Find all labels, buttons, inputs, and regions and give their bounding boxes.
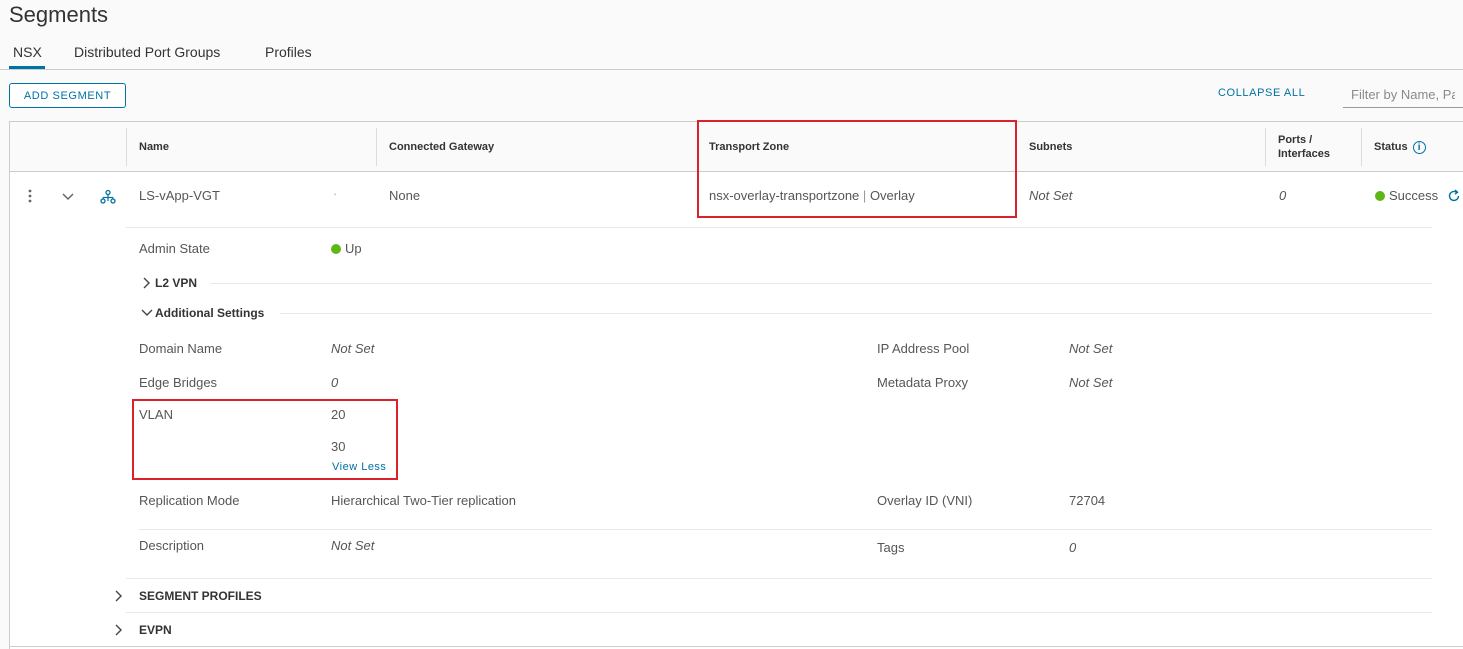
filter-input[interactable] (1343, 82, 1463, 108)
description-value: Not Set (331, 538, 375, 553)
column-header-ports-line1[interactable]: Ports / (1278, 134, 1312, 146)
additional-settings-toggle[interactable]: Additional Settings (155, 306, 264, 320)
edge-bridges-value: 0 (331, 375, 339, 390)
admin-state-value: Up (331, 241, 362, 256)
admin-state-up-dot (331, 244, 341, 254)
tabs-divider (0, 69, 1463, 70)
admin-state-text: Up (345, 241, 362, 256)
l2-vpn-toggle[interactable]: L2 VPN (155, 276, 197, 290)
tags-value: 0 (1069, 540, 1077, 555)
column-separator (1361, 128, 1362, 166)
grid-bottom-border (10, 646, 1463, 647)
active-tab-indicator (9, 66, 45, 69)
segment-network-icon (100, 189, 116, 204)
metadata-proxy-label: Metadata Proxy (877, 375, 969, 390)
segment-gateway: None (389, 188, 421, 203)
collapse-all-button[interactable]: COLLAPSE ALL (1218, 87, 1305, 99)
column-header-name[interactable]: Name (139, 141, 169, 153)
ip-address-pool-value: Not Set (1069, 341, 1113, 356)
chevron-right-icon[interactable] (113, 590, 123, 602)
tab-nsx[interactable]: NSX (13, 44, 42, 60)
chevron-right-icon[interactable] (141, 277, 151, 289)
divider (126, 612, 1432, 613)
divider (126, 578, 1432, 579)
divider (210, 283, 1432, 284)
replication-mode-value: Hierarchical Two-Tier replication (331, 493, 516, 508)
ip-address-pool-label: IP Address Pool (877, 341, 970, 356)
admin-state-label: Admin State (139, 241, 210, 256)
tab-profiles[interactable]: Profiles (265, 44, 312, 60)
replication-mode-label: Replication Mode (139, 493, 240, 508)
domain-name-value: Not Set (331, 341, 375, 356)
tags-label: Tags (877, 540, 905, 555)
description-label: Description (139, 538, 205, 553)
domain-name-label: Domain Name (139, 341, 223, 356)
transport-zone-highlight-box (697, 120, 1017, 218)
info-icon[interactable]: i (1412, 141, 1426, 154)
edge-bridges-label: Edge Bridges (139, 375, 218, 390)
vlan-highlight-box (132, 399, 398, 480)
segment-name-extra: · (333, 186, 338, 201)
chevron-down-icon[interactable] (61, 192, 75, 202)
column-header-status-label: Status (1374, 141, 1408, 153)
add-segment-button[interactable]: ADD SEGMENT (9, 83, 126, 108)
divider (280, 313, 1432, 314)
status-label: Success (1389, 188, 1439, 203)
column-separator (1265, 128, 1266, 166)
kebab-menu-icon[interactable] (25, 188, 35, 204)
segment-subnets: Not Set (1029, 188, 1073, 203)
divider (139, 529, 1432, 530)
page-title: Segments (9, 2, 109, 27)
chevron-right-icon[interactable] (113, 624, 123, 636)
refresh-icon[interactable] (1447, 189, 1461, 203)
column-separator (376, 128, 377, 166)
segment-profiles-toggle[interactable]: SEGMENT PROFILES (139, 589, 262, 603)
segment-ports: 0 (1279, 188, 1287, 203)
status-success-dot (1375, 191, 1385, 201)
column-separator (126, 128, 127, 166)
divider (126, 227, 1432, 228)
column-header-status[interactable]: Status i (1374, 141, 1426, 154)
column-header-ports-line2[interactable]: Interfaces (1278, 148, 1330, 160)
chevron-down-icon[interactable] (141, 308, 153, 318)
overlay-id-value: 72704 (1069, 493, 1106, 508)
segment-name[interactable]: LS-vApp-VGT (139, 188, 220, 203)
column-header-connected-gateway[interactable]: Connected Gateway (389, 141, 494, 153)
metadata-proxy-value: Not Set (1069, 375, 1113, 390)
segment-status: Success (1375, 188, 1438, 203)
overlay-id-label: Overlay ID (VNI) (877, 493, 973, 508)
evpn-toggle[interactable]: EVPN (139, 623, 172, 637)
tab-distributed-port-groups[interactable]: Distributed Port Groups (74, 44, 220, 60)
column-header-subnets[interactable]: Subnets (1029, 141, 1072, 153)
